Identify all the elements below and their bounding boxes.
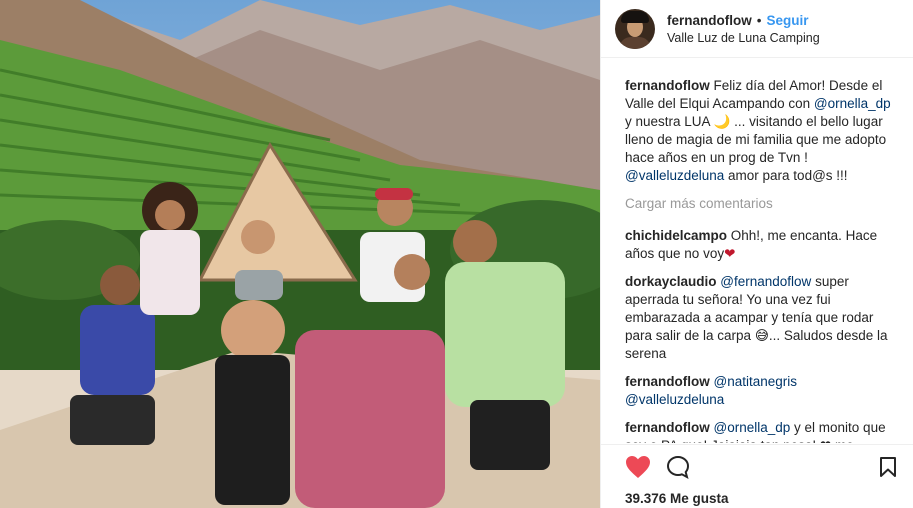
follow-button[interactable]: Seguir bbox=[766, 13, 808, 28]
header-username[interactable]: fernandoflow bbox=[667, 13, 752, 28]
location-link[interactable]: Valle Luz de Luna Camping bbox=[667, 31, 820, 45]
comments-section[interactable]: fernandoflow Feliz día del Amor! Desde e… bbox=[601, 59, 913, 443]
list-item: chichidelcampo Ohh!, me encanta. Hace añ… bbox=[625, 227, 901, 263]
caption-text-2: y nuestra LUA 🌙 ... visitando el bello l… bbox=[625, 114, 887, 165]
instagram-post: fernandoflow • Seguir Valle Luz de Luna … bbox=[0, 0, 913, 508]
action-icons bbox=[625, 453, 901, 481]
caption-mention-2[interactable]: @valleluzdeluna bbox=[625, 168, 724, 183]
avatar[interactable] bbox=[615, 8, 655, 49]
comment-mention[interactable]: @fernandoflow bbox=[720, 274, 811, 289]
comment-username[interactable]: dorkayclaudio bbox=[625, 274, 717, 289]
likes-count[interactable]: 39.376 Me gusta bbox=[625, 491, 901, 506]
list-item: fernandoflow @ornella_dp y el monito que… bbox=[625, 419, 901, 443]
caption-mention-1[interactable]: @ornella_dp bbox=[814, 96, 891, 111]
post-header: fernandoflow • Seguir Valle Luz de Luna … bbox=[601, 0, 913, 58]
comment-mention[interactable]: @natitanegris bbox=[714, 374, 798, 389]
comment-username[interactable]: fernandoflow bbox=[625, 420, 710, 435]
post-sidebar: fernandoflow • Seguir Valle Luz de Luna … bbox=[600, 0, 913, 508]
user-line: fernandoflow • Seguir bbox=[667, 13, 820, 28]
comment-mention-2[interactable]: @valleluzdeluna bbox=[625, 392, 724, 407]
comment-username[interactable]: fernandoflow bbox=[625, 374, 710, 389]
list-item: dorkayclaudio @fernandoflow super aperra… bbox=[625, 273, 901, 363]
bookmark-icon[interactable] bbox=[875, 454, 901, 480]
comment-username[interactable]: chichidelcampo bbox=[625, 228, 727, 243]
separator-dot: • bbox=[756, 12, 762, 28]
heart-icon[interactable] bbox=[625, 454, 651, 480]
caption-text-3: amor para tod@s !!! bbox=[724, 168, 848, 183]
load-more-comments[interactable]: Cargar más comentarios bbox=[625, 195, 901, 213]
photo-illustration bbox=[0, 0, 600, 508]
comment-mention[interactable]: @ornella_dp bbox=[714, 420, 791, 435]
heart-emoji: ❤ bbox=[724, 246, 736, 261]
post-actions: 39.376 Me gusta bbox=[601, 444, 913, 508]
caption: fernandoflow Feliz día del Amor! Desde e… bbox=[625, 77, 901, 185]
post-photo[interactable] bbox=[0, 0, 600, 508]
comment-bubble-icon[interactable] bbox=[665, 454, 691, 480]
caption-username[interactable]: fernandoflow bbox=[625, 78, 710, 93]
list-item: fernandoflow @natitanegris @valleluzdelu… bbox=[625, 373, 901, 409]
header-text: fernandoflow • Seguir Valle Luz de Luna … bbox=[667, 13, 820, 45]
